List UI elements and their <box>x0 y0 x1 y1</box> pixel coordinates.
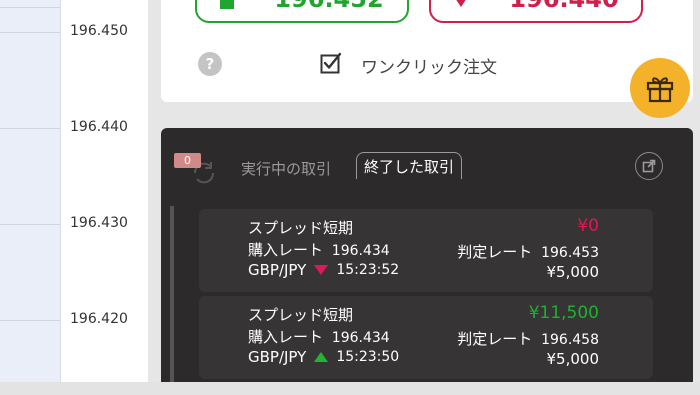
arrow-up-icon <box>314 352 329 362</box>
trade-pair-row: GBP/JPY 15:23:50 <box>248 348 399 366</box>
bottom-bar <box>0 382 700 395</box>
scrollbar[interactable] <box>170 206 174 388</box>
price-tick-label: 196.430 <box>70 215 128 231</box>
arrow-down-icon <box>453 0 470 7</box>
judge-rate-value: 196.453 <box>541 245 599 261</box>
tab-active-trades[interactable]: 実行中の取引 <box>241 158 331 179</box>
trade-judge-rate: 判定レート 196.458 <box>457 328 599 349</box>
sell-price: 196.440 <box>509 0 618 13</box>
trade-product: スプレッド短期 <box>248 306 354 324</box>
buy-rate-value: 196.434 <box>331 330 390 346</box>
price-tick-label: 196.450 <box>70 23 128 39</box>
arrow-down-icon <box>314 265 329 275</box>
gift-button[interactable] <box>630 58 690 118</box>
judge-rate-value: 196.458 <box>541 332 599 348</box>
help-icon[interactable]: ? <box>198 52 222 76</box>
trade-amount: ¥5,000 <box>546 263 600 281</box>
trade-time: 15:23:50 <box>336 349 400 365</box>
buy-rate-label: 購入レート <box>248 328 324 346</box>
buy-rate-label: 購入レート <box>248 241 324 259</box>
trade-profit: ¥11,500 <box>528 303 599 323</box>
chart-gridline <box>0 128 60 129</box>
currency-pair: GBP/JPY <box>248 348 307 366</box>
trades-panel: 0 実行中の取引 終了した取引 スプレッド短期 購入レート 196.434 GB… <box>161 128 693 388</box>
trade-buy-rate: 購入レート 196.434 <box>248 239 390 260</box>
arrow-up-icon <box>220 0 235 9</box>
chart-plot-area[interactable] <box>0 0 61 382</box>
buy-button[interactable]: 196.452 <box>195 0 409 23</box>
trade-judge-rate: 判定レート 196.453 <box>457 241 599 262</box>
trade-count-badge: 0 <box>174 153 201 168</box>
trade-product: スプレッド短期 <box>248 219 354 237</box>
judge-rate-label: 判定レート <box>457 243 533 261</box>
gift-icon <box>646 77 674 103</box>
order-panel: 196.452 196.440 ? ワンクリック注文 <box>161 0 693 102</box>
trade-pair-row: GBP/JPY 15:23:52 <box>248 261 399 279</box>
trade-profit: ¥0 <box>577 216 599 236</box>
share-button[interactable] <box>635 152 663 180</box>
price-chart[interactable]: 196.450 196.440 196.430 196.420 <box>0 0 148 382</box>
trade-card[interactable]: スプレッド短期 購入レート 196.434 GBP/JPY 15:23:52 ¥… <box>199 209 653 292</box>
trade-time: 15:23:52 <box>336 262 400 278</box>
checkbox-checked-icon[interactable] <box>320 52 342 74</box>
buy-price: 196.452 <box>274 0 383 13</box>
price-tick-label: 196.420 <box>70 311 128 327</box>
judge-rate-label: 判定レート <box>457 330 533 348</box>
one-click-order-label[interactable]: ワンクリック注文 <box>361 53 497 78</box>
share-icon <box>642 159 656 173</box>
sell-button[interactable]: 196.440 <box>429 0 643 23</box>
price-tick-label: 196.440 <box>70 119 128 135</box>
tab-closed-trades[interactable]: 終了した取引 <box>356 152 463 179</box>
chart-gridline <box>0 320 60 321</box>
chart-gridline <box>0 7 60 8</box>
trade-amount: ¥5,000 <box>546 350 600 368</box>
trade-card[interactable]: スプレッド短期 購入レート 196.434 GBP/JPY 15:23:50 ¥… <box>199 296 653 379</box>
buy-rate-value: 196.434 <box>331 243 390 259</box>
tab-closed-label: 終了した取引 <box>364 157 455 176</box>
trade-buy-rate: 購入レート 196.434 <box>248 326 390 347</box>
currency-pair: GBP/JPY <box>248 261 307 279</box>
chart-gridline <box>0 32 60 33</box>
chart-gridline <box>0 224 60 225</box>
